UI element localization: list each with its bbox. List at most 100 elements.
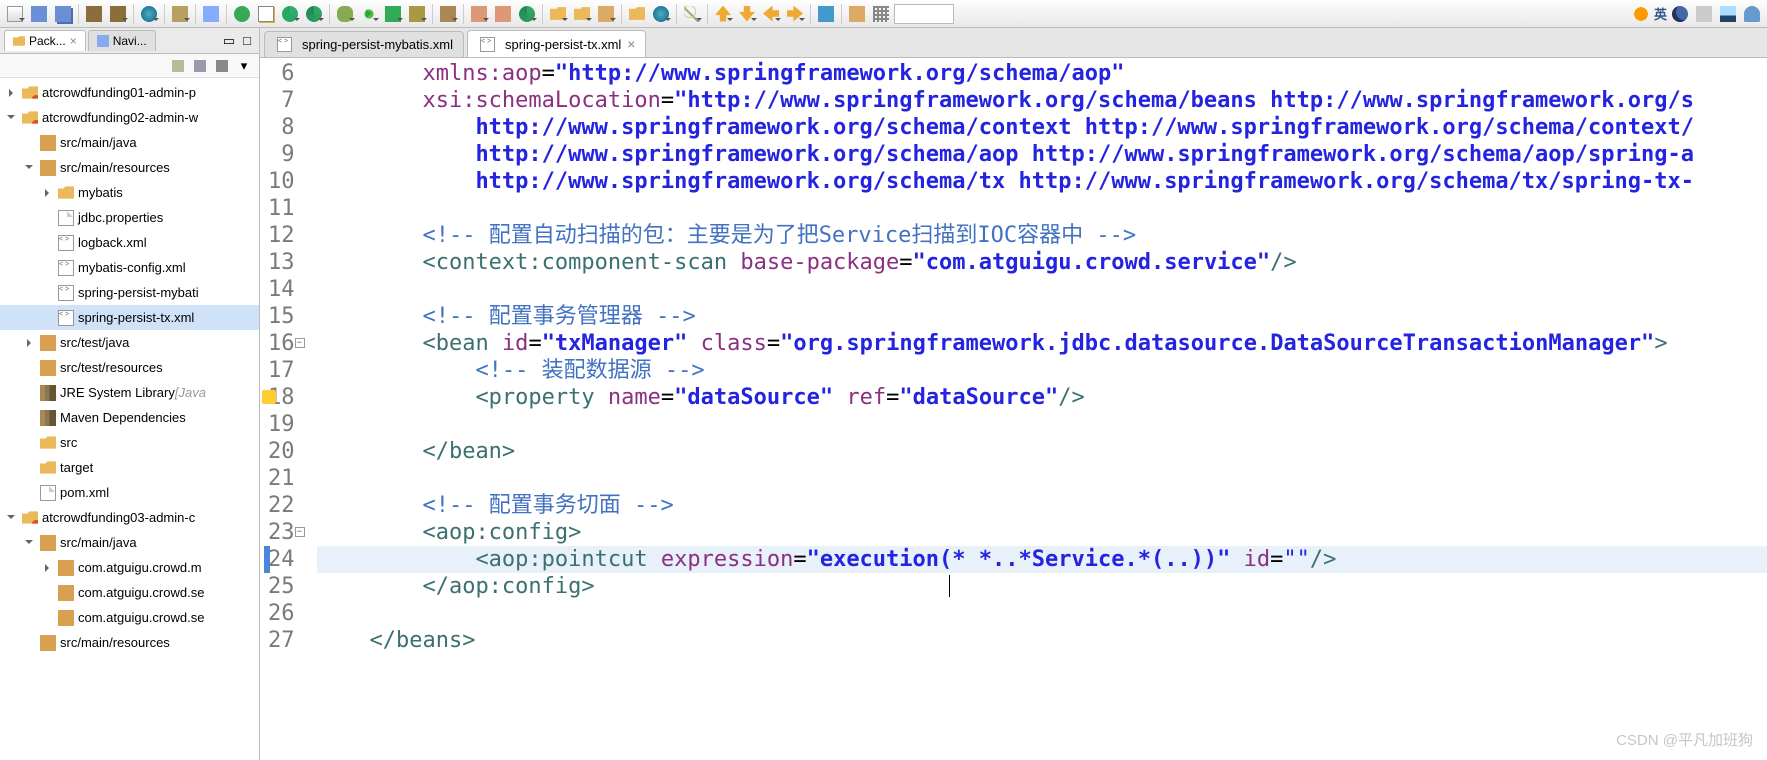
new-file-button[interactable]	[255, 3, 277, 25]
nav-button[interactable]	[169, 3, 191, 25]
code-line[interactable]: <aop:pointcut expression="execution(* *.…	[317, 546, 1767, 573]
fold3-button[interactable]	[626, 3, 648, 25]
refresh-button[interactable]	[279, 3, 301, 25]
tree-item[interactable]: src/test/resources	[0, 355, 259, 380]
expand-icon[interactable]	[4, 111, 18, 125]
tree-item[interactable]: spring-persist-tx.xml	[0, 305, 259, 330]
code-line[interactable]: http://www.springframework.org/schema/ao…	[317, 141, 1767, 168]
grid-button[interactable]	[870, 3, 892, 25]
tree-item[interactable]: atcrowdfunding03-admin-c	[0, 505, 259, 530]
theme-button[interactable]	[1669, 3, 1691, 25]
code-area[interactable]: xmlns:aop="http://www.springframework.or…	[309, 58, 1767, 760]
expand-icon[interactable]	[40, 561, 54, 575]
code-line[interactable]: </aop:config>	[317, 573, 1767, 600]
save-all-button[interactable]	[52, 3, 74, 25]
expand-icon[interactable]	[4, 86, 18, 100]
tree-item[interactable]: src	[0, 430, 259, 455]
save-button[interactable]	[28, 3, 50, 25]
expand-icon[interactable]	[22, 161, 36, 175]
expand-icon[interactable]	[4, 511, 18, 525]
tree-item[interactable]: atcrowdfunding01-admin-p	[0, 80, 259, 105]
tree-item[interactable]: src/main/resources	[0, 155, 259, 180]
tree-item[interactable]: jdbc.properties	[0, 205, 259, 230]
code-line[interactable]	[317, 411, 1767, 438]
editor-tab[interactable]: spring-persist-mybatis.xml	[264, 31, 464, 57]
fold-icon[interactable]: −	[295, 527, 305, 537]
refresh2-button[interactable]	[516, 3, 538, 25]
link-button[interactable]	[200, 3, 222, 25]
tree-item[interactable]: target	[0, 455, 259, 480]
tree-item[interactable]: JRE System Library [Java	[0, 380, 259, 405]
code-line[interactable]: <!-- 配置事务切面 -->	[317, 492, 1767, 519]
fold-icon[interactable]: −	[295, 338, 305, 348]
project-tree[interactable]: atcrowdfunding01-admin-patcrowdfunding02…	[0, 78, 259, 760]
tree-item[interactable]: logback.xml	[0, 230, 259, 255]
run-button[interactable]	[358, 3, 380, 25]
code-line[interactable]: <!-- 配置事务管理器 -->	[317, 303, 1767, 330]
fwd-button[interactable]	[784, 3, 806, 25]
code-line[interactable]	[317, 465, 1767, 492]
code-line[interactable]: <context:component-scan base-package="co…	[317, 249, 1767, 276]
run-ext-button[interactable]	[406, 3, 428, 25]
task-button[interactable]	[437, 3, 459, 25]
code-line[interactable]	[317, 276, 1767, 303]
code-line[interactable]: http://www.springframework.org/schema/co…	[317, 114, 1767, 141]
open-folder-button[interactable]	[547, 3, 569, 25]
code-line[interactable]: <bean id="txManager" class="org.springfr…	[317, 330, 1767, 357]
tree-item[interactable]: mybatis-config.xml	[0, 255, 259, 280]
account-button[interactable]	[1741, 3, 1763, 25]
code-line[interactable]: http://www.springframework.org/schema/tx…	[317, 168, 1767, 195]
editor-tab[interactable]: spring-persist-tx.xml×	[467, 30, 646, 57]
filter-button[interactable]	[213, 57, 231, 75]
debug-button[interactable]	[334, 3, 356, 25]
pkg2-button[interactable]	[492, 3, 514, 25]
tree-item[interactable]: pom.xml	[0, 480, 259, 505]
expand-icon[interactable]	[40, 186, 54, 200]
tree-item[interactable]: com.atguigu.crowd.se	[0, 605, 259, 630]
tree-item[interactable]: atcrowdfunding02-admin-w	[0, 105, 259, 130]
edit-button[interactable]	[595, 3, 617, 25]
world2-button[interactable]	[650, 3, 672, 25]
code-line[interactable]: </beans>	[317, 627, 1767, 654]
down-button[interactable]	[736, 3, 758, 25]
tree-item[interactable]: com.atguigu.crowd.se	[0, 580, 259, 605]
sidebar-tab-navigator[interactable]: Navi...	[88, 30, 156, 51]
tree-item[interactable]: src/main/resources	[0, 630, 259, 655]
stop-button[interactable]	[231, 3, 253, 25]
code-line[interactable]: <!-- 配置自动扫描的包：主要是为了把Service扫描到IOC容器中 -->	[317, 222, 1767, 249]
sync-button[interactable]	[303, 3, 325, 25]
brush-button[interactable]	[846, 3, 868, 25]
code-line[interactable]: xmlns:aop="http://www.springframework.or…	[317, 60, 1767, 87]
tree-item[interactable]: src/test/java	[0, 330, 259, 355]
open-folder2-button[interactable]	[571, 3, 593, 25]
close-icon[interactable]: ×	[70, 34, 77, 48]
tree-item[interactable]: mybatis	[0, 180, 259, 205]
back-button[interactable]	[760, 3, 782, 25]
build-all-button[interactable]	[107, 3, 129, 25]
tree-item[interactable]: spring-persist-mybati	[0, 280, 259, 305]
sidebar-tab-package[interactable]: Pack... ×	[4, 30, 86, 51]
maximize-button[interactable]: □	[239, 33, 255, 49]
ime-button[interactable]	[1630, 3, 1652, 25]
link-editor-button[interactable]	[191, 57, 209, 75]
coverage-button[interactable]	[382, 3, 404, 25]
tree-item[interactable]: Maven Dependencies	[0, 405, 259, 430]
code-line[interactable]: xsi:schemaLocation="http://www.springfra…	[317, 87, 1767, 114]
code-line[interactable]	[317, 600, 1767, 627]
up-button[interactable]	[712, 3, 734, 25]
browser-button[interactable]	[138, 3, 160, 25]
tree-item[interactable]: com.atguigu.crowd.m	[0, 555, 259, 580]
search-button[interactable]	[681, 3, 703, 25]
build-button[interactable]	[83, 3, 105, 25]
new-button[interactable]	[4, 3, 26, 25]
expand-icon[interactable]	[22, 336, 36, 350]
expand-icon[interactable]	[22, 536, 36, 550]
code-line[interactable]	[317, 195, 1767, 222]
code-line[interactable]: </bean>	[317, 438, 1767, 465]
code-line[interactable]: <!-- 装配数据源 -->	[317, 357, 1767, 384]
minimize-button[interactable]: ▭	[221, 33, 237, 49]
view-menu-button[interactable]: ▾	[235, 57, 253, 75]
tree-item[interactable]: src/main/java	[0, 530, 259, 555]
pin-button[interactable]	[815, 3, 837, 25]
pkg-button[interactable]	[468, 3, 490, 25]
